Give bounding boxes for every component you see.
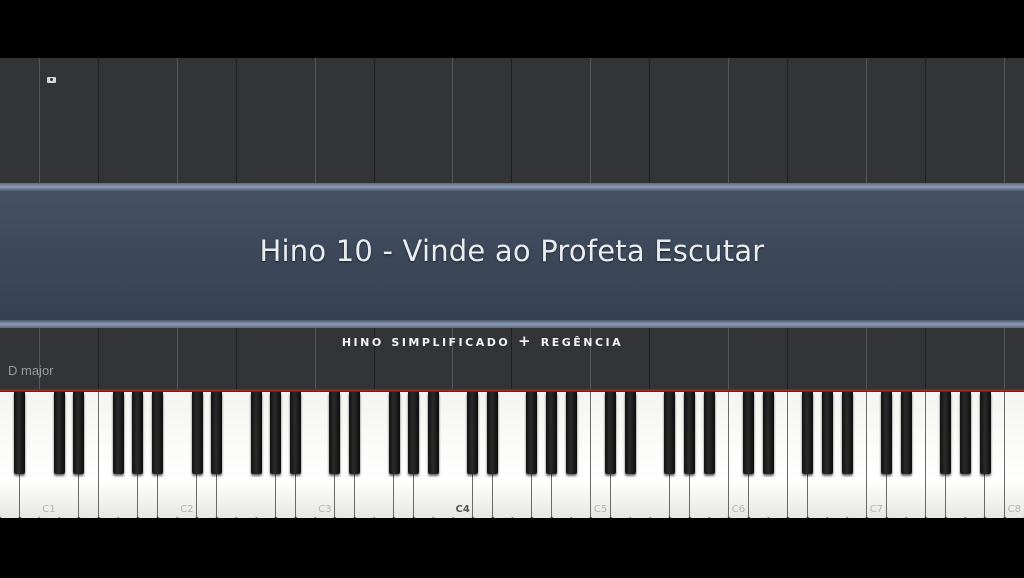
black-key[interactable] bbox=[605, 392, 617, 474]
black-key[interactable] bbox=[821, 392, 833, 474]
white-key[interactable]: C8 bbox=[1004, 392, 1024, 518]
black-key[interactable] bbox=[624, 392, 636, 474]
black-key[interactable] bbox=[73, 392, 85, 474]
black-key[interactable] bbox=[132, 392, 144, 474]
octave-label: C6 bbox=[731, 504, 746, 515]
black-key[interactable] bbox=[959, 392, 971, 474]
black-key[interactable] bbox=[467, 392, 479, 474]
black-key[interactable] bbox=[841, 392, 853, 474]
black-key[interactable] bbox=[152, 392, 164, 474]
black-key[interactable] bbox=[526, 392, 538, 474]
black-key[interactable] bbox=[329, 392, 341, 474]
black-key[interactable] bbox=[900, 392, 912, 474]
key-signature-label: D major bbox=[8, 363, 54, 378]
banner-frame-bottom bbox=[0, 320, 1024, 328]
black-key[interactable] bbox=[743, 392, 755, 474]
black-key[interactable] bbox=[762, 392, 774, 474]
black-key[interactable] bbox=[408, 392, 420, 474]
letterbox-top bbox=[0, 0, 1024, 58]
octave-label: C3 bbox=[318, 504, 332, 515]
black-key[interactable] bbox=[388, 392, 400, 474]
black-key[interactable] bbox=[250, 392, 262, 474]
black-key[interactable] bbox=[979, 392, 991, 474]
black-key[interactable] bbox=[53, 392, 65, 474]
letterbox-bottom bbox=[0, 518, 1024, 578]
black-key[interactable] bbox=[881, 392, 892, 474]
camera-icon[interactable] bbox=[47, 77, 56, 83]
octave-label: C5 bbox=[593, 504, 608, 515]
black-key[interactable] bbox=[14, 392, 26, 474]
black-key[interactable] bbox=[664, 392, 676, 474]
black-key[interactable] bbox=[487, 392, 498, 474]
black-key[interactable] bbox=[565, 392, 577, 474]
octave-label: C4 bbox=[455, 504, 470, 515]
octave-label: C7 bbox=[869, 504, 884, 515]
black-key[interactable] bbox=[427, 392, 439, 474]
black-key[interactable] bbox=[290, 392, 301, 474]
black-key[interactable] bbox=[211, 392, 223, 474]
black-key[interactable] bbox=[546, 392, 558, 474]
octave-label: C2 bbox=[180, 504, 194, 515]
black-key[interactable] bbox=[684, 392, 695, 474]
song-title: Hino 10 - Vinde ao Profeta Escutar bbox=[259, 234, 765, 268]
black-key[interactable] bbox=[112, 392, 124, 474]
piano-keyboard: C1 C2 C3 C4 C5 C6 C7 C8 bbox=[0, 392, 1024, 518]
black-key[interactable] bbox=[191, 392, 203, 474]
banner-frame-top bbox=[0, 183, 1024, 191]
title-banner: Hino 10 - Vinde ao Profeta Escutar bbox=[0, 191, 1024, 320]
octave-label: C8 bbox=[1007, 504, 1021, 515]
black-key[interactable] bbox=[270, 392, 282, 474]
piano-roll: Hino 10 - Vinde ao Profeta Escutar hino … bbox=[0, 58, 1024, 391]
subtitle: hino simplificado + regência bbox=[341, 332, 624, 350]
black-key[interactable] bbox=[703, 392, 715, 474]
black-key[interactable] bbox=[940, 392, 952, 474]
black-key[interactable] bbox=[802, 392, 814, 474]
black-key[interactable] bbox=[349, 392, 361, 474]
octave-label: C1 bbox=[42, 504, 56, 515]
